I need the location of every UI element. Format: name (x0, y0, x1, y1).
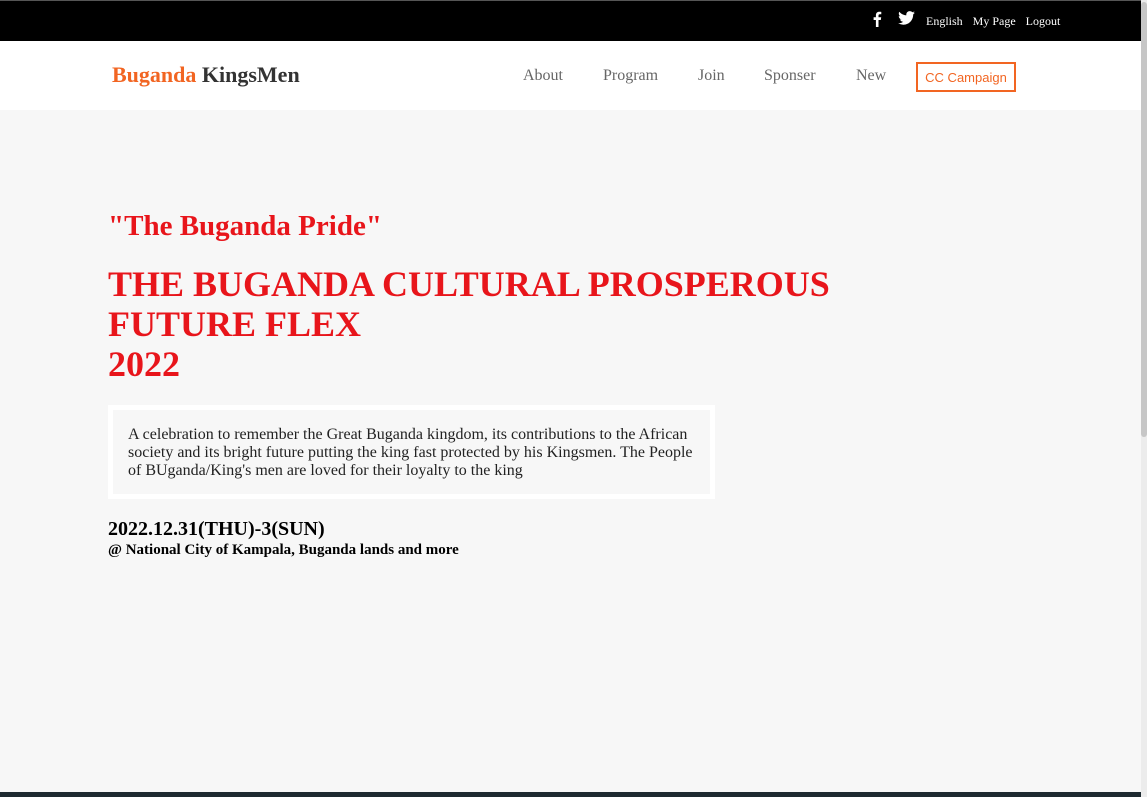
hero-headline: THE BUGANDA CULTURAL PROSPEROUS FUTURE F… (108, 264, 868, 384)
top-links: English My Page Logout (926, 14, 1060, 29)
facebook-icon[interactable] (872, 11, 882, 27)
headline-line-2: FUTURE FLEX (108, 304, 362, 344)
top-bar: English My Page Logout (0, 0, 1141, 41)
language-link[interactable]: English (926, 14, 963, 29)
event-venue: @ National City of Kampala, Buganda land… (108, 542, 459, 558)
event-date: 2022.12.31(THU)-3(SUN) (108, 518, 325, 540)
page-scrollbar[interactable] (1141, 0, 1147, 797)
cc-campaign-button[interactable]: CC Campaign (916, 62, 1016, 92)
nav-new[interactable]: New (856, 67, 886, 85)
logo-part-1: Buganda (112, 62, 197, 87)
twitter-icon[interactable] (898, 11, 915, 25)
logout-link[interactable]: Logout (1026, 14, 1061, 29)
nav-about[interactable]: About (523, 67, 563, 85)
logo-part-2: KingsMen (201, 62, 300, 87)
hero-tagline: "The Buganda Pride" (108, 210, 382, 242)
nav-sponser[interactable]: Sponser (764, 67, 816, 85)
headline-line-1: THE BUGANDA CULTURAL PROSPEROUS (108, 264, 830, 304)
main-navbar: Buganda KingsMen About Program Join Spon… (0, 41, 1141, 110)
scrollbar-thumb[interactable] (1141, 2, 1147, 437)
my-page-link[interactable]: My Page (973, 14, 1016, 29)
headline-line-3: 2022 (108, 344, 180, 384)
nav-join[interactable]: Join (698, 67, 725, 85)
site-logo[interactable]: Buganda KingsMen (112, 62, 300, 88)
nav-program[interactable]: Program (603, 67, 658, 85)
event-description: A celebration to remember the Great Buga… (108, 405, 715, 499)
footer-edge (0, 792, 1141, 797)
